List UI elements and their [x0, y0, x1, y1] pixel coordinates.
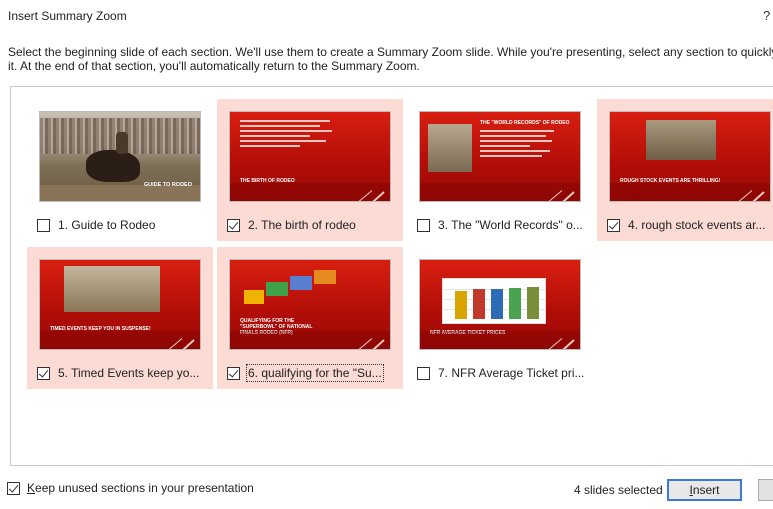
- slide-checkbox-row-6[interactable]: 6. qualifying for the "Su...: [227, 364, 384, 382]
- slide-label-7: 7. NFR Average Ticket pri...: [438, 366, 585, 380]
- slide-checkbox-row-3[interactable]: 3. The "World Records" o...: [417, 217, 583, 233]
- slide-thumb-caption-3: THE "WORLD RECORDS" OF RODEO: [480, 120, 570, 126]
- slide-checkbox-1[interactable]: [37, 218, 50, 232]
- slide-tile-5[interactable]: TIMED EVENTS KEEP YOU IN SUSPENSE! 5. Ti…: [27, 247, 213, 389]
- slide-checkbox-5[interactable]: [37, 366, 50, 380]
- selection-status: 4 slides selected: [574, 483, 663, 497]
- keep-label-text: eep unused sections in your presentation: [35, 481, 254, 495]
- keep-accelerator: K: [27, 481, 36, 495]
- insert-label-text: nsert: [692, 483, 720, 497]
- slide-checkbox-row-7[interactable]: 7. NFR Average Ticket pri...: [417, 365, 585, 381]
- slide-thumbnail-4: ROUGH STOCK EVENTS ARE THRILLING!: [609, 111, 771, 202]
- dialog-title: Insert Summary Zoom: [8, 9, 127, 23]
- dialog-footer: Keep unused sections in your presentatio…: [0, 470, 773, 509]
- slide-label-4: 4. rough stock events ar...: [628, 218, 766, 232]
- slide-checkbox-row-2[interactable]: 2. The birth of rodeo: [227, 217, 356, 233]
- slide-label-2: 2. The birth of rodeo: [248, 218, 356, 232]
- slide-tile-6[interactable]: QUALIFYING FOR THE "SUPERBOWL" OF NATION…: [217, 247, 403, 389]
- slide-thumb-caption-1: GUIDE TO RODEO: [143, 182, 192, 188]
- slide-checkbox-4[interactable]: [607, 218, 620, 232]
- slide-tile-4[interactable]: ROUGH STOCK EVENTS ARE THRILLING! 4. rou…: [597, 99, 773, 241]
- slides-grid: GUIDE TO RODEO 1. Guide to Rodeo THE BIR…: [10, 86, 773, 466]
- dialog-titlebar: Insert Summary Zoom ?: [0, 0, 773, 34]
- instructions-line-2: it. At the end of that section, you'll a…: [8, 59, 420, 73]
- slide-label-5: 5. Timed Events keep yo...: [58, 366, 200, 380]
- slide-tile-2[interactable]: THE BIRTH OF RODEO 2. The birth of rodeo: [217, 99, 403, 241]
- slide-checkbox-7[interactable]: [417, 366, 430, 380]
- cancel-button[interactable]: [758, 479, 773, 501]
- slide-tile-7[interactable]: NFR AVERAGE TICKET PRICES 7. NFR Average…: [407, 247, 593, 389]
- slide-tile-3[interactable]: THE "WORLD RECORDS" OF RODEO 3. The "Wor…: [407, 99, 593, 241]
- slide-thumbnail-5: TIMED EVENTS KEEP YOU IN SUSPENSE!: [39, 259, 201, 350]
- slide-label-1: 1. Guide to Rodeo: [58, 218, 156, 232]
- slide-checkbox-row-5[interactable]: 5. Timed Events keep yo...: [37, 365, 199, 381]
- keep-unused-sections-checkbox[interactable]: [7, 481, 20, 495]
- insert-button[interactable]: Insert: [667, 479, 742, 501]
- slide-tile-1[interactable]: GUIDE TO RODEO 1. Guide to Rodeo: [27, 99, 213, 241]
- slide-thumbnail-7: NFR AVERAGE TICKET PRICES: [419, 259, 581, 350]
- slide-checkbox-2[interactable]: [227, 218, 240, 232]
- help-icon[interactable]: ?: [763, 8, 770, 23]
- slide-thumbnail-2: THE BIRTH OF RODEO: [229, 111, 391, 202]
- instructions-line-1: Select the beginning slide of each secti…: [8, 45, 773, 59]
- slide-thumbnail-1: GUIDE TO RODEO: [39, 111, 201, 202]
- slide-thumb-chart-7: [442, 278, 546, 324]
- slide-checkbox-6[interactable]: [227, 366, 240, 380]
- slide-label-6: 6. qualifying for the "Su...: [246, 364, 384, 382]
- slide-thumbnail-3: THE "WORLD RECORDS" OF RODEO: [419, 111, 581, 202]
- slide-label-3: 3. The "World Records" o...: [438, 218, 583, 232]
- slide-checkbox-row-4[interactable]: 4. rough stock events ar...: [607, 217, 765, 233]
- slide-checkbox-row-1[interactable]: 1. Guide to Rodeo: [37, 217, 155, 233]
- keep-unused-sections-option[interactable]: Keep unused sections in your presentatio…: [7, 481, 254, 495]
- keep-unused-sections-label: Keep unused sections in your presentatio…: [27, 481, 254, 495]
- slide-thumbnail-6: QUALIFYING FOR THE "SUPERBOWL" OF NATION…: [229, 259, 391, 350]
- slide-checkbox-3[interactable]: [417, 218, 430, 232]
- instructions-text: Select the beginning slide of each secti…: [8, 45, 773, 73]
